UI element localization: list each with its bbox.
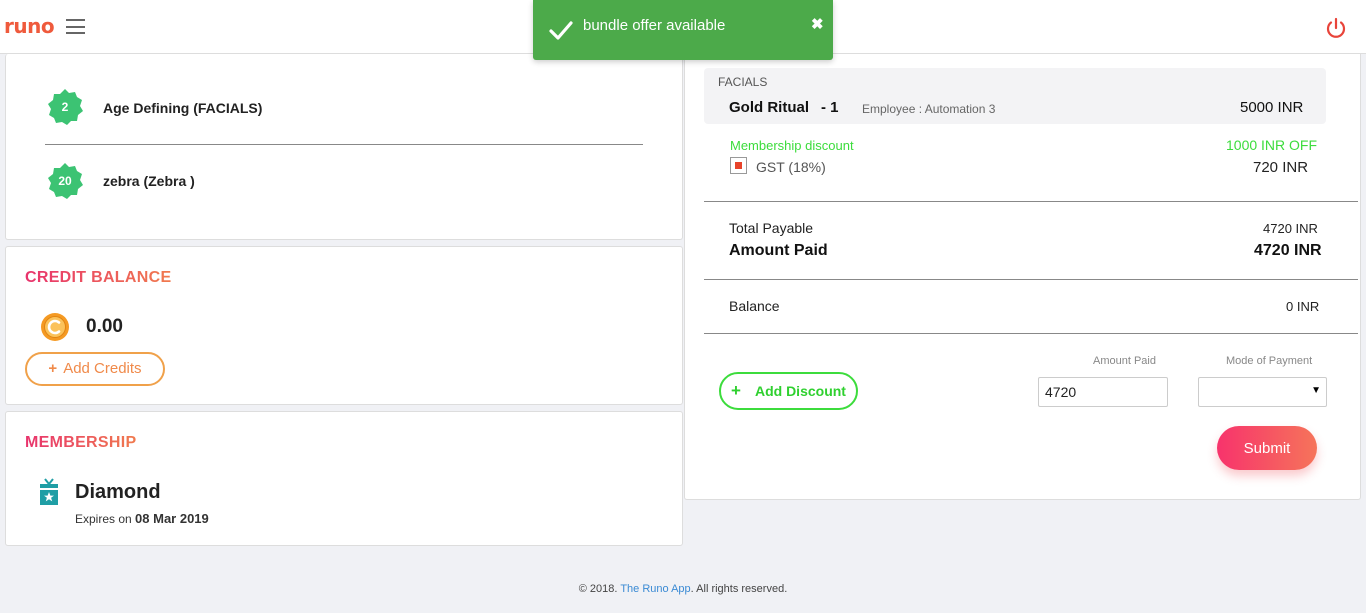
- notification-toast: bundle offer available ✖: [533, 0, 833, 60]
- toast-message: bundle offer available: [583, 17, 726, 34]
- membership-name: Diamond: [75, 481, 161, 503]
- plus-icon: +: [48, 360, 58, 377]
- services-card: 2 Age Defining (FACIALS) 20 zebra (Zebra…: [5, 54, 683, 240]
- balance-label: Balance: [729, 298, 780, 314]
- mode-of-payment-label: Mode of Payment: [1226, 355, 1313, 367]
- credit-balance-card: CREDIT BALANCE 0.00 + Add Credits: [5, 246, 683, 405]
- close-icon[interactable]: ✖: [811, 15, 824, 33]
- add-discount-button[interactable]: + Add Discount: [719, 372, 858, 410]
- membership-expiry: Expires on 08 Mar 2019: [75, 511, 209, 526]
- chevron-down-icon: ▼: [1311, 385, 1321, 396]
- item-employee: Employee : Automation 3: [862, 102, 996, 116]
- amount-paid-input[interactable]: [1038, 377, 1168, 407]
- coin-icon: [41, 313, 69, 341]
- gst-label: GST (18%): [756, 159, 826, 175]
- membership-discount-value: 1000 INR OFF: [1226, 137, 1318, 153]
- footer-link[interactable]: The Runo App: [620, 583, 690, 595]
- power-icon[interactable]: [1324, 16, 1348, 40]
- total-payable-label: Total Payable: [729, 220, 814, 236]
- membership-gift-icon: [40, 478, 58, 505]
- credit-balance-title: CREDIT BALANCE: [25, 269, 172, 286]
- hamburger-icon[interactable]: [66, 19, 85, 34]
- app-logo[interactable]: runo: [4, 14, 55, 38]
- item-category: FACIALS: [718, 75, 768, 89]
- footer: © 2018. The Runo App. All rights reserve…: [578, 583, 788, 595]
- item-quantity: - 1: [821, 99, 839, 116]
- service-name: Age Defining (FACIALS): [103, 100, 263, 116]
- service-count-badge: 2: [46, 88, 84, 126]
- check-icon: [549, 21, 573, 40]
- gst-checkbox[interactable]: [730, 157, 747, 174]
- amount-paid-value: 4720 INR: [1254, 242, 1322, 259]
- balance-value: 0 INR: [1286, 299, 1320, 314]
- membership-card: MEMBERSHIP Diamond Expires on 08 Mar 201…: [5, 411, 683, 546]
- membership-discount-label: Membership discount: [730, 138, 854, 153]
- services-divider: [45, 144, 643, 145]
- membership-title: MEMBERSHIP: [25, 434, 137, 451]
- service-name: zebra (Zebra ): [103, 173, 195, 189]
- submit-button[interactable]: Submit: [1217, 426, 1317, 470]
- bill-divider: [704, 201, 1358, 202]
- item-price: 5000 INR: [1240, 99, 1304, 116]
- credit-amount: 0.00: [86, 316, 123, 337]
- bill-divider: [704, 279, 1358, 280]
- plus-icon: +: [731, 381, 741, 400]
- amount-paid-label: Amount Paid: [729, 242, 828, 259]
- mode-of-payment-select[interactable]: ▼: [1198, 377, 1327, 407]
- bill-item-box: FACIALS Gold Ritual - 1 Employee : Autom…: [704, 68, 1326, 124]
- bill-divider: [704, 333, 1358, 334]
- total-payable-value: 4720 INR: [1263, 221, 1318, 236]
- gst-value: 720 INR: [1253, 159, 1309, 176]
- item-name: Gold Ritual: [729, 99, 809, 116]
- amount-paid-field-label: Amount Paid: [1093, 355, 1156, 367]
- bill-panel: FACIALS Gold Ritual - 1 Employee : Autom…: [684, 54, 1361, 500]
- add-credits-button[interactable]: + Add Credits: [25, 352, 165, 386]
- service-count-badge: 20: [46, 162, 84, 200]
